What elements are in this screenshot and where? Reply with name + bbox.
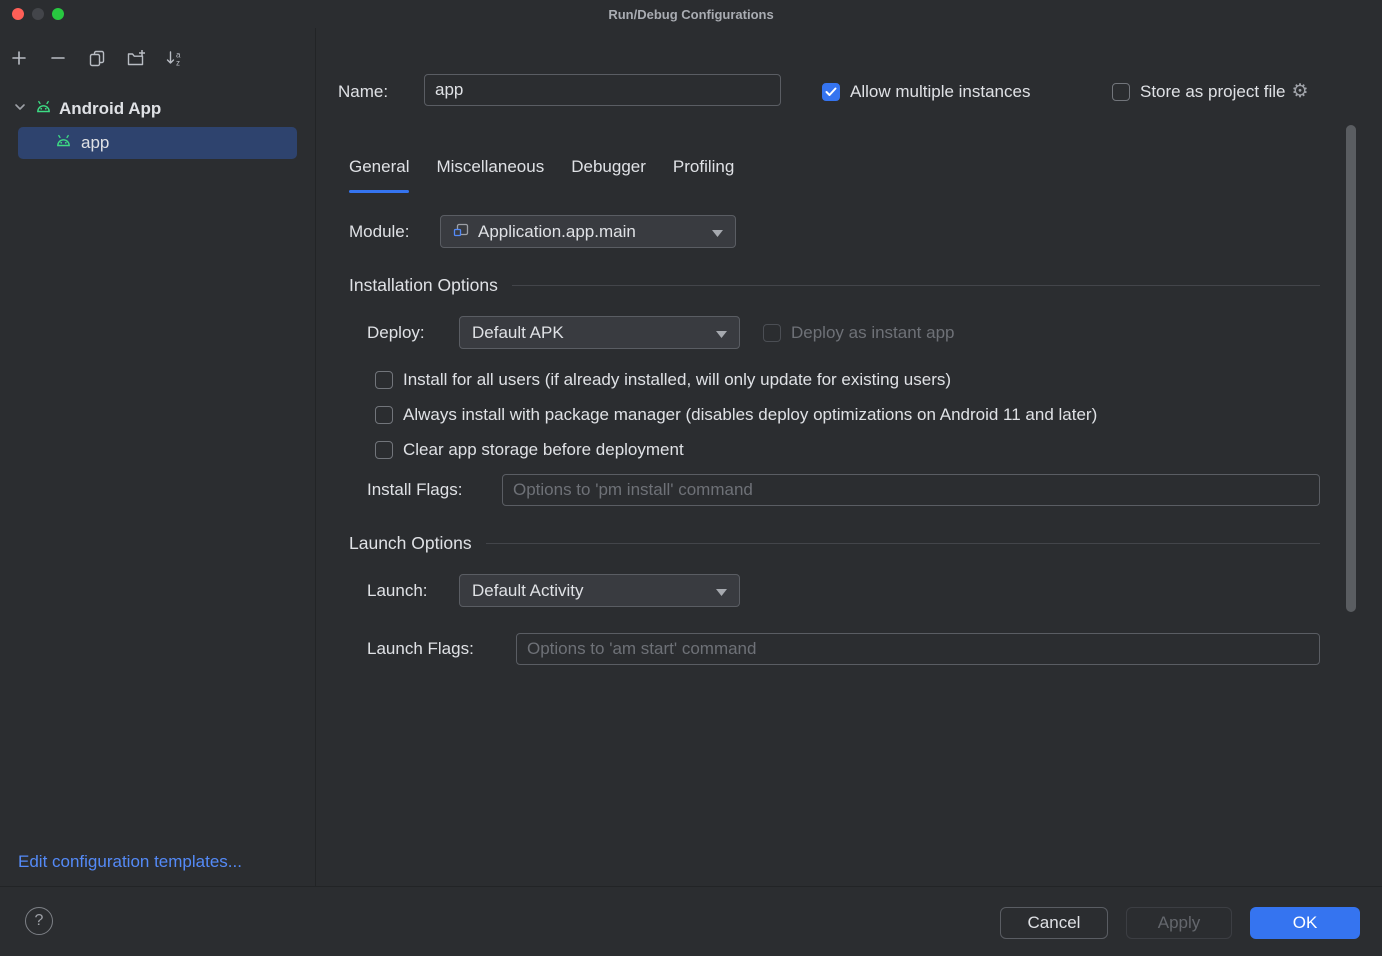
cancel-button[interactable]: Cancel xyxy=(1000,907,1108,939)
configurations-sidebar: az Android App app Edit configuration te… xyxy=(0,28,316,886)
chevron-down-icon xyxy=(716,581,727,601)
launch-options-section: Launch Options xyxy=(349,533,1320,554)
name-input[interactable] xyxy=(424,74,781,106)
module-row: Module: xyxy=(349,215,409,248)
copy-icon xyxy=(88,49,106,72)
store-as-project-file-checkbox[interactable]: Store as project file xyxy=(1112,82,1286,102)
install-for-all-users-row: Install for all users (if already instal… xyxy=(375,368,951,392)
allow-multiple-label: Allow multiple instances xyxy=(850,82,1030,102)
add-configuration-button[interactable] xyxy=(7,48,31,72)
zoom-button[interactable] xyxy=(52,8,64,20)
install-flags-input[interactable] xyxy=(502,474,1320,506)
traffic-lights xyxy=(12,8,64,20)
help-button[interactable]: ? xyxy=(25,907,53,935)
deploy-value: Default APK xyxy=(472,323,564,343)
name-label: Name: xyxy=(338,82,388,102)
checkbox-unchecked-icon[interactable] xyxy=(375,406,393,424)
module-value: Application.app.main xyxy=(478,222,636,242)
install-for-all-users-label: Install for all users (if already instal… xyxy=(403,370,951,390)
footer-buttons: Cancel Apply OK xyxy=(1000,907,1360,939)
launch-value: Default Activity xyxy=(472,581,584,601)
module-dropdown[interactable]: Application.app.main xyxy=(440,215,736,248)
deploy-instant-row: Deploy as instant app xyxy=(763,316,955,349)
deploy-instant-label: Deploy as instant app xyxy=(791,323,955,343)
install-for-all-users-checkbox[interactable]: Install for all users (if already instal… xyxy=(375,370,951,390)
section-divider xyxy=(512,285,1320,286)
install-flags-row: Install Flags: xyxy=(367,474,462,506)
allow-multiple-instances-checkbox[interactable]: Allow multiple instances xyxy=(822,82,1030,102)
clear-app-storage-checkbox[interactable]: Clear app storage before deployment xyxy=(375,440,684,460)
copy-configuration-button[interactable] xyxy=(85,48,109,72)
module-label: Module: xyxy=(349,222,409,242)
always-install-row: Always install with package manager (dis… xyxy=(375,403,1097,427)
launch-flags-label: Launch Flags: xyxy=(367,639,474,659)
apply-button[interactable]: Apply xyxy=(1126,907,1232,939)
plus-icon xyxy=(10,49,28,72)
titlebar: Run/Debug Configurations xyxy=(0,0,1382,28)
store-as-project-label: Store as project file xyxy=(1140,82,1286,102)
launch-row: Launch: xyxy=(367,574,428,607)
new-folder-icon xyxy=(126,49,146,72)
checkbox-unchecked-icon[interactable] xyxy=(375,441,393,459)
always-install-label: Always install with package manager (dis… xyxy=(403,405,1097,425)
run-debug-configurations-dialog: Run/Debug Configurations xyxy=(0,0,1382,956)
tree-group-android-app[interactable]: Android App xyxy=(0,94,315,124)
name-row: Name: xyxy=(338,75,388,108)
checkbox-disabled-icon xyxy=(763,324,781,342)
tree-item-label: app xyxy=(81,133,109,153)
dialog-footer: ? Cancel Apply OK xyxy=(0,886,1382,956)
edit-configuration-templates-link[interactable]: Edit configuration templates... xyxy=(18,852,242,872)
section-divider xyxy=(486,543,1320,544)
installation-options-section: Installation Options xyxy=(349,275,1320,296)
launch-flags-input[interactable] xyxy=(516,633,1320,665)
tab-profiling[interactable]: Profiling xyxy=(673,157,734,193)
new-folder-button[interactable] xyxy=(124,48,148,72)
launch-dropdown[interactable]: Default Activity xyxy=(459,574,740,607)
module-icon xyxy=(453,221,470,243)
android-icon xyxy=(35,99,52,119)
minimize-button[interactable] xyxy=(32,8,44,20)
clear-app-storage-row: Clear app storage before deployment xyxy=(375,438,684,462)
configuration-form: Name: Allow multiple instances Store as … xyxy=(317,28,1382,886)
tab-general[interactable]: General xyxy=(349,157,409,193)
gear-icon[interactable]: ⚙ xyxy=(1292,82,1309,101)
launch-label: Launch: xyxy=(367,581,428,601)
tab-miscellaneous[interactable]: Miscellaneous xyxy=(436,157,544,193)
allow-multiple-row: Allow multiple instances xyxy=(822,75,1030,108)
launch-options-title: Launch Options xyxy=(349,533,472,554)
clear-app-storage-label: Clear app storage before deployment xyxy=(403,440,684,460)
configuration-tabs: General Miscellaneous Debugger Profiling xyxy=(349,157,734,193)
window-title: Run/Debug Configurations xyxy=(608,7,773,22)
deploy-dropdown[interactable]: Default APK xyxy=(459,316,740,349)
checkbox-unchecked-icon[interactable] xyxy=(375,371,393,389)
chevron-down-icon xyxy=(712,222,723,242)
ok-button[interactable]: OK xyxy=(1250,907,1360,939)
remove-configuration-button[interactable] xyxy=(46,48,70,72)
store-as-project-row: Store as project file ⚙ xyxy=(1112,75,1309,108)
installation-options-title: Installation Options xyxy=(349,275,498,296)
svg-text:z: z xyxy=(176,58,180,67)
install-flags-label: Install Flags: xyxy=(367,480,462,500)
checkbox-unchecked-icon[interactable] xyxy=(1112,83,1130,101)
chevron-down-icon[interactable] xyxy=(12,99,28,120)
tree-group-label: Android App xyxy=(59,99,161,119)
sort-configurations-button[interactable]: az xyxy=(163,48,187,72)
launch-flags-row: Launch Flags: xyxy=(367,633,474,665)
sidebar-toolbar: az xyxy=(0,28,315,72)
deploy-row: Deploy: xyxy=(367,316,425,349)
close-button[interactable] xyxy=(12,8,24,20)
deploy-label: Deploy: xyxy=(367,323,425,343)
deploy-as-instant-app-checkbox: Deploy as instant app xyxy=(763,323,955,343)
minus-icon xyxy=(49,49,67,72)
tab-debugger[interactable]: Debugger xyxy=(571,157,646,193)
sort-alphabetically-icon: az xyxy=(165,49,185,72)
tree-item-app-selected[interactable]: app xyxy=(18,127,297,159)
android-icon xyxy=(55,133,72,153)
always-install-package-manager-checkbox[interactable]: Always install with package manager (dis… xyxy=(375,405,1097,425)
vertical-scrollbar[interactable] xyxy=(1346,125,1356,612)
chevron-down-icon xyxy=(716,323,727,343)
checkbox-checked-icon[interactable] xyxy=(822,83,840,101)
